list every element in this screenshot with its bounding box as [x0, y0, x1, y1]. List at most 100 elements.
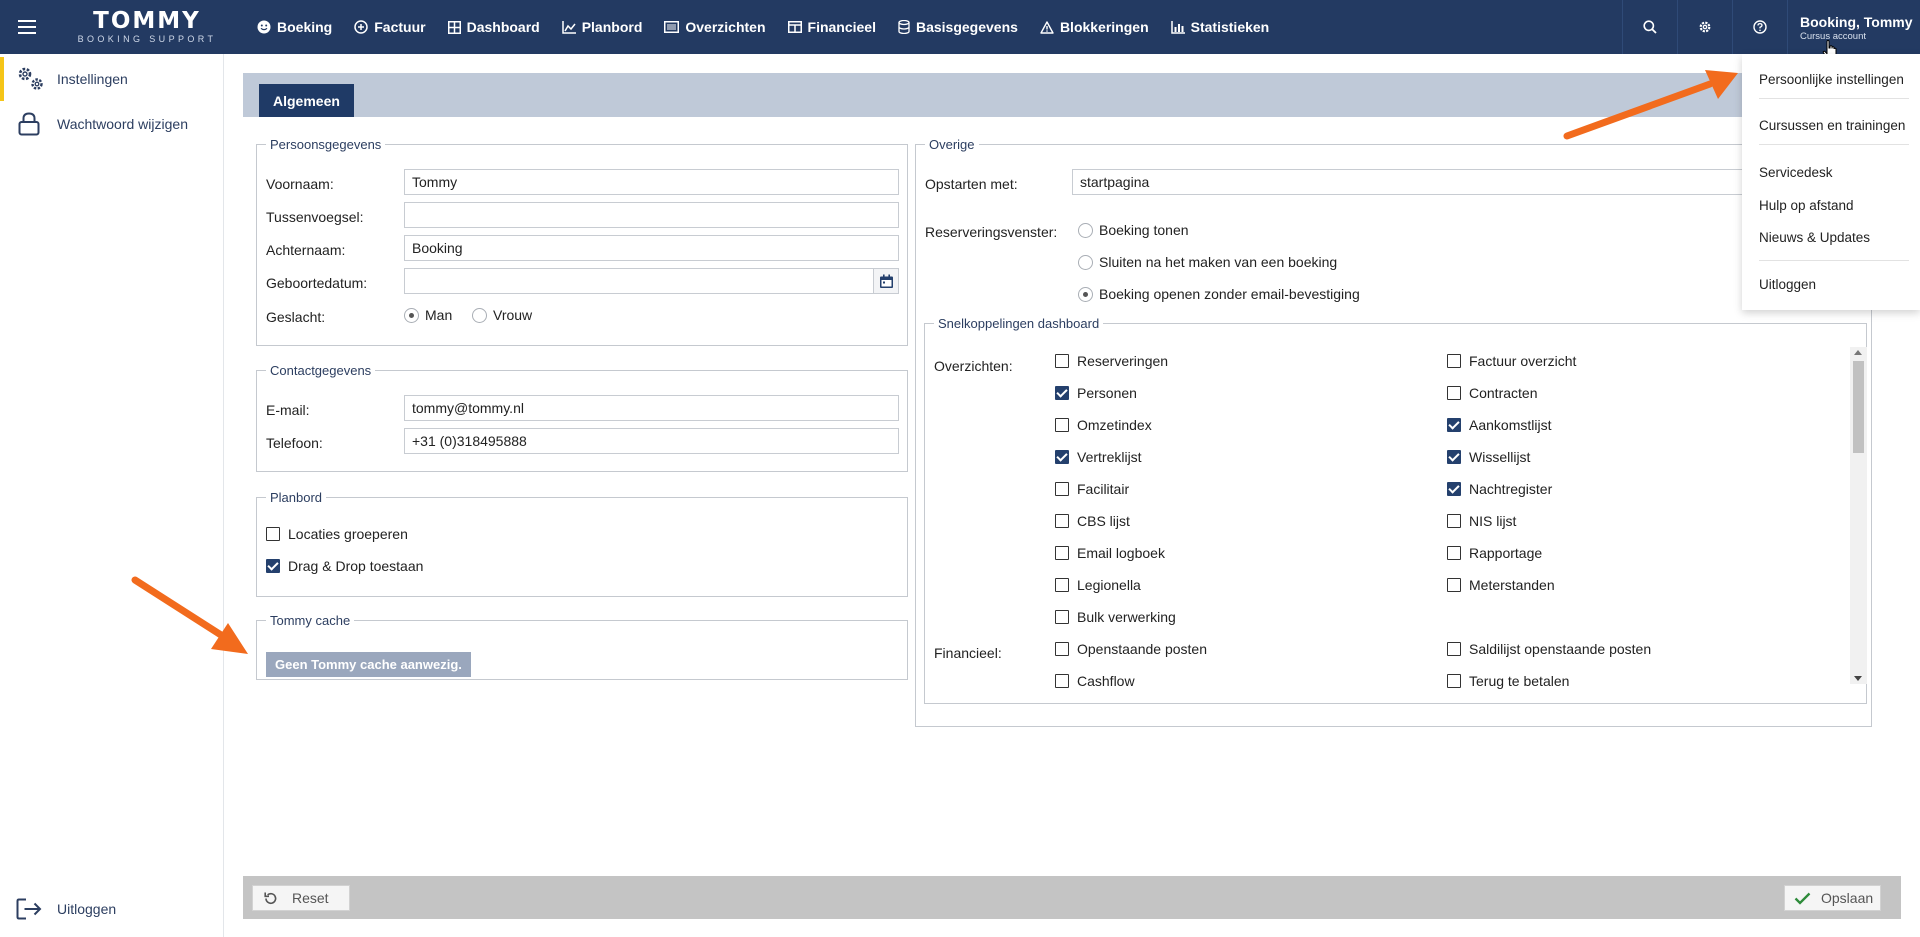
calendar-icon	[879, 274, 894, 289]
tommy-logo[interactable]: TOMMY BOOKING SUPPORT	[72, 10, 222, 44]
sidebar-item-instellingen[interactable]: Instellingen	[0, 57, 224, 101]
nav-blokkeringen[interactable]: Blokkeringen	[1029, 0, 1160, 54]
checkbox-label: Email logboek	[1077, 545, 1165, 561]
nav-financieel[interactable]: Financieel	[777, 0, 887, 54]
checkbox-box	[1447, 450, 1461, 464]
geboortedatum-input[interactable]	[404, 268, 874, 294]
radio-label: Boeking openen zonder email-bevestiging	[1099, 286, 1360, 302]
checkbox-box	[266, 527, 280, 541]
financieel-left-checkbox[interactable]: Cashflow	[1055, 673, 1135, 689]
sidebar-logout[interactable]: Uitloggen	[0, 887, 224, 931]
drag-drop-checkbox[interactable]: Drag & Drop toestaan	[266, 558, 423, 574]
overzichten-left-checkbox[interactable]: Facilitair	[1055, 481, 1129, 497]
planbord-fieldset: Planbord	[256, 490, 908, 597]
overzichten-left-checkbox[interactable]: CBS lijst	[1055, 513, 1130, 529]
overzichten-left-checkbox[interactable]: Omzetindex	[1055, 417, 1152, 433]
menu-divider	[1759, 144, 1909, 145]
reset-button[interactable]: Reset	[252, 885, 350, 911]
overzichten-left-checkbox[interactable]: Vertreklijst	[1055, 449, 1142, 465]
logo-main-text: TOMMY	[93, 8, 201, 34]
user-menu-toggle[interactable]: Booking, Tommy Cursus account	[1787, 0, 1920, 60]
checkbox-box	[1055, 610, 1069, 624]
overzichten-right-checkbox[interactable]: Rapportage	[1447, 545, 1542, 561]
nav-label: Statistieken	[1190, 19, 1270, 35]
menu-item-hulp-op-afstand[interactable]: Hulp op afstand	[1759, 198, 1854, 213]
nav-statistieken[interactable]: Statistieken	[1160, 0, 1281, 54]
overzichten-right-checkbox[interactable]: Nachtregister	[1447, 481, 1552, 497]
email-input[interactable]	[404, 395, 899, 421]
telefoon-input[interactable]	[404, 428, 899, 454]
checkbox-box	[1055, 642, 1069, 656]
gears-icon	[4, 66, 57, 92]
checkbox-box	[1055, 546, 1069, 560]
database-icon	[898, 20, 910, 34]
shortcuts-scrollbar[interactable]	[1850, 347, 1867, 684]
nav-dashboard[interactable]: Dashboard	[437, 0, 551, 54]
overzichten-right-checkbox[interactable]: NIS lijst	[1447, 513, 1516, 529]
checkbox-label: Openstaande posten	[1077, 641, 1207, 657]
locaties-groeperen-checkbox[interactable]: Locaties groeperen	[266, 526, 408, 542]
save-button[interactable]: Opslaan	[1784, 885, 1881, 911]
scroll-down-arrow-icon[interactable]	[1854, 676, 1862, 681]
menu-item-persoonlijke-instellingen[interactable]: Persoonlijke instellingen	[1759, 72, 1904, 87]
overzichten-left-checkbox[interactable]: Email logboek	[1055, 545, 1165, 561]
lock-icon	[0, 112, 57, 136]
overzichten-right-checkbox[interactable]: Meterstanden	[1447, 577, 1555, 593]
nav-label: Financieel	[807, 19, 876, 35]
nav-basisgegevens[interactable]: Basisgegevens	[887, 0, 1029, 54]
checkbox-label: Factuur overzicht	[1469, 353, 1577, 369]
nav-overzichten[interactable]: Overzichten	[653, 0, 776, 54]
help-button[interactable]	[1732, 0, 1787, 54]
menu-item-nieuws-updates[interactable]: Nieuws & Updates	[1759, 230, 1870, 245]
save-label: Opslaan	[1821, 890, 1874, 906]
reservering-option-openen-zonder-email[interactable]: Boeking openen zonder email-bevestiging	[1078, 286, 1360, 302]
sidebar-item-wachtwoord-wijzigen[interactable]: Wachtwoord wijzigen	[0, 102, 224, 146]
dashboard-grid-icon	[447, 20, 461, 34]
overzichten-right-checkbox[interactable]: Wissellijst	[1447, 449, 1530, 465]
geslacht-man-radio[interactable]: Man	[404, 307, 452, 323]
gear-icon	[1698, 20, 1712, 34]
overzichten-left-checkbox[interactable]: Legionella	[1055, 577, 1141, 593]
menu-item-uitloggen[interactable]: Uitloggen	[1759, 277, 1816, 292]
overzichten-right-checkbox[interactable]: Contracten	[1447, 385, 1537, 401]
scrollbar-thumb[interactable]	[1853, 361, 1864, 453]
geboortedatum-label: Geboortedatum:	[266, 275, 368, 291]
nav-label: Planbord	[581, 19, 643, 35]
overzichten-left-checkbox[interactable]: Reserveringen	[1055, 353, 1168, 369]
date-picker-button[interactable]	[873, 268, 899, 294]
overzichten-right-checkbox[interactable]: Factuur overzicht	[1447, 353, 1576, 369]
reservering-option-sluiten[interactable]: Sluiten na het maken van een boeking	[1078, 254, 1337, 270]
tab-algemeen[interactable]: Algemeen	[259, 84, 354, 117]
settings-button[interactable]	[1677, 0, 1732, 54]
overzichten-label: Overzichten:	[934, 358, 1013, 374]
search-button[interactable]	[1622, 0, 1677, 54]
clear-cache-button[interactable]: Geen Tommy cache aanwezig.	[266, 652, 471, 677]
reservering-option-boeking-tonen[interactable]: Boeking tonen	[1078, 222, 1189, 238]
area-chart-icon	[561, 20, 576, 34]
overzichten-left-checkbox[interactable]: Bulk verwerking	[1055, 609, 1176, 625]
overzichten-right-checkbox[interactable]: Aankomstlijst	[1447, 417, 1551, 433]
financieel-right-checkbox[interactable]: Saldilijst openstaande posten	[1447, 641, 1651, 657]
nav-planbord[interactable]: Planbord	[551, 0, 654, 54]
financieel-right-checkbox[interactable]: Terug te betalen	[1447, 673, 1569, 689]
nav-boeking[interactable]: Boeking	[246, 0, 343, 54]
shortcuts-scroll-area[interactable]: Overzichten: Reserveringen Personen Omzeti…	[924, 325, 1867, 704]
voornaam-input[interactable]	[404, 169, 899, 195]
opstarten-select[interactable]: startpagina	[1072, 169, 1744, 195]
achternaam-input[interactable]	[404, 235, 899, 261]
financieel-left-checkbox[interactable]: Openstaande posten	[1055, 641, 1207, 657]
menu-item-cursussen[interactable]: Cursussen en trainingen	[1759, 118, 1905, 133]
checkbox-label: Terug te betalen	[1469, 673, 1570, 689]
checkbox-label: Cashflow	[1077, 673, 1135, 689]
checkbox-box	[1447, 546, 1461, 560]
overzichten-left-checkbox[interactable]: Personen	[1055, 385, 1137, 401]
menu-toggle-button[interactable]	[0, 0, 54, 54]
nav-factuur[interactable]: Factuur	[343, 0, 436, 54]
scroll-up-arrow-icon[interactable]	[1854, 350, 1862, 355]
geslacht-vrouw-radio[interactable]: Vrouw	[472, 307, 532, 323]
menu-item-servicedesk[interactable]: Servicedesk	[1759, 165, 1833, 180]
radio-indicator	[472, 307, 487, 323]
checkbox-label: Legionella	[1077, 577, 1141, 593]
tussenvoegsel-input[interactable]	[404, 202, 899, 228]
checkbox-box	[1055, 674, 1069, 688]
